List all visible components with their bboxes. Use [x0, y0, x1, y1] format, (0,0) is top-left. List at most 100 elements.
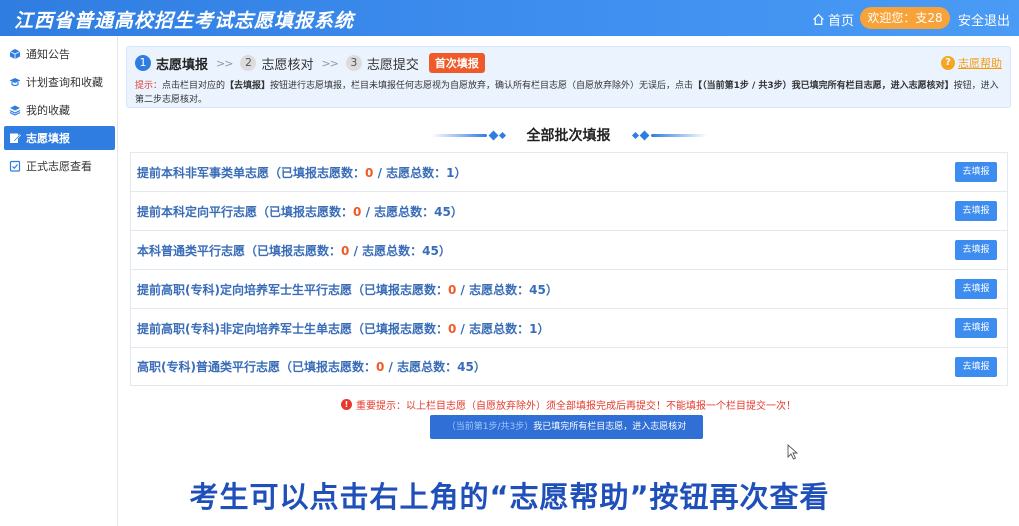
logout-link[interactable]: 安全退出: [958, 10, 1010, 29]
tip-prefix: 提示：: [135, 81, 163, 91]
batch-label: 高职(专科)普通类平行志愿（已填报志愿数：0 / 志愿总数：45）: [137, 358, 486, 375]
go-fill-button[interactable]: 去填报: [955, 357, 997, 377]
batch-count-mid: / 志愿总数：: [384, 360, 458, 374]
total-count: 45: [434, 204, 451, 219]
sidebar-item-fill-volunteer[interactable]: 志愿填报: [4, 126, 115, 150]
important-notice: ! 重要提示：以上栏目志愿（自愿放弃除外）须全部填报完成后再提交！不能填报一个栏…: [122, 397, 1015, 412]
sidebar-item-label: 志愿填报: [26, 132, 70, 145]
sidebar-item-notices[interactable]: 通知公告: [4, 42, 115, 66]
batch-count-prefix: （已填报志愿数：: [351, 321, 448, 336]
batch-count-suffix: ）: [537, 321, 550, 336]
top-header: 江西省普通高校招生考试志愿填报系统 首页 欢迎您：支28 安全退出: [0, 0, 1019, 36]
batch-count-prefix: （已填报志愿数：: [351, 282, 448, 297]
layers-icon: [9, 105, 21, 116]
help-label: 志愿帮助: [958, 57, 1002, 70]
batch-count-prefix: （已填报志愿数：: [269, 165, 366, 180]
list-item: 提前高职(专科)定向培养军士生平行志愿（已填报志愿数：0 / 志愿总数：45） …: [130, 269, 1008, 308]
step-label-check: 志愿核对: [261, 57, 314, 73]
sidebar-item-label: 通知公告: [26, 48, 70, 61]
batch-name: 提前高职(专科)定向培养军士生平行志愿: [137, 282, 352, 297]
batch-label: 提前本科定向平行志愿（已填报志愿数：0 / 志愿总数：45）: [137, 203, 463, 220]
video-caption: 考生可以点击右上角的“志愿帮助”按钮再次查看: [189, 480, 830, 514]
first-fill-badge: 首次填报: [428, 53, 485, 73]
welcome-badge: 欢迎您：支28: [860, 7, 950, 29]
question-icon: ?: [941, 56, 955, 70]
heading-decoration-right: [631, 130, 707, 140]
batch-name: 提前高职(专科)非定向培养军士生单志愿: [137, 321, 352, 336]
section-title: 全部批次填报: [526, 128, 611, 144]
batch-name: 高职(专科)普通类平行志愿: [137, 360, 280, 374]
cube-icon: [9, 49, 21, 59]
batch-count-prefix: （已填报志愿数：: [257, 204, 354, 219]
batch-list: 提前本科非军事类单志愿（已填报志愿数：0 / 志愿总数：1） 去填报 提前本科定…: [130, 152, 1008, 386]
sidebar-item-label: 我的收藏: [26, 104, 70, 117]
batch-count-mid: / 志愿总数：: [349, 243, 423, 258]
mouse-cursor-icon: [787, 444, 799, 460]
total-count: 45: [457, 360, 474, 374]
batch-count-prefix: （已填报志愿数：: [279, 360, 376, 374]
batch-count-suffix: ）: [438, 243, 451, 258]
tip-text: 提示：点击栏目对应的【去填报】按钮进行志愿填报，栏目未填报任何志愿视为自愿放弃，…: [135, 79, 1003, 107]
diamond-icon: [631, 131, 639, 139]
batch-name: 提前本科非军事类单志愿: [137, 165, 270, 180]
total-count: 45: [529, 282, 546, 297]
go-fill-button[interactable]: 去填报: [955, 201, 997, 221]
warning-icon: !: [341, 399, 352, 410]
sidebar: 通知公告 计划查询和收藏 我的收藏 志愿填报 正式志愿查看: [0, 36, 118, 526]
batch-count-suffix: ）: [450, 204, 463, 219]
batch-count-suffix: ）: [473, 360, 486, 374]
batch-count-prefix: （已填报志愿数：: [245, 243, 342, 258]
tip-part: 按钮进行志愿填报，栏目未填报任何志愿视为自愿放弃，确认所有栏目志愿（自愿放弃除外…: [270, 81, 694, 91]
go-fill-button[interactable]: 去填报: [955, 279, 997, 299]
sidebar-item-label: 正式志愿查看: [26, 160, 92, 173]
heading-decoration-left: [430, 130, 506, 140]
list-item: 提前本科定向平行志愿（已填报志愿数：0 / 志愿总数：45） 去填报: [130, 191, 1008, 230]
tip-bold: 【去填报】: [225, 81, 271, 91]
step-separator: >>: [321, 56, 338, 70]
sidebar-item-label: 计划查询和收藏: [26, 76, 103, 89]
go-fill-button[interactable]: 去填报: [955, 318, 997, 338]
total-count: 1: [446, 165, 455, 180]
batch-count-mid: / 志愿总数：: [373, 165, 447, 180]
go-fill-button[interactable]: 去填报: [955, 240, 997, 260]
main-content: 1 志愿填报 >> 2 志愿核对 >> 3 志愿提交 首次填报 ? 志愿帮助 提…: [122, 40, 1015, 526]
batch-count-mid: / 志愿总数：: [456, 282, 530, 297]
step-label-submit: 志愿提交: [366, 57, 419, 73]
help-link[interactable]: ? 志愿帮助: [941, 55, 1002, 71]
batch-label: 本科普通类平行志愿（已填报志愿数：0 / 志愿总数：45）: [137, 242, 451, 259]
app-root: 江西省普通高校招生考试志愿填报系统 首页 欢迎您：支28 安全退出 通知公告 计…: [0, 0, 1019, 526]
list-item: 提前高职(专科)非定向培养军士生单志愿（已填报志愿数：0 / 志愿总数：1） 去…: [130, 308, 1008, 347]
step-separator: >>: [216, 56, 233, 70]
list-item: 高职(专科)普通类平行志愿（已填报志愿数：0 / 志愿总数：45） 去填报: [130, 347, 1008, 386]
confirm-text: 我已填完所有栏目志愿，进入志愿核对: [533, 422, 687, 432]
step-number: 2: [240, 55, 257, 71]
batch-name: 提前本科定向平行志愿: [137, 204, 258, 219]
go-fill-button[interactable]: 去填报: [955, 162, 997, 182]
sidebar-item-official-view[interactable]: 正式志愿查看: [4, 154, 115, 178]
confirm-proceed-button[interactable]: （当前第1步/共3步）我已填完所有栏目志愿，进入志愿核对: [430, 415, 703, 439]
step-indicator: 1 志愿填报 >> 2 志愿核对 >> 3 志愿提交 首次填报: [135, 53, 485, 73]
list-item: 提前本科非军事类单志愿（已填报志愿数：0 / 志愿总数：1） 去填报: [130, 152, 1008, 191]
confirm-step-text: （当前第1步/共3步）: [446, 422, 534, 432]
batch-label: 提前高职(专科)定向培养军士生平行志愿（已填报志愿数：0 / 志愿总数：45）: [137, 281, 558, 298]
clipboard-check-icon: [9, 160, 21, 172]
batch-name: 本科普通类平行志愿: [137, 243, 246, 258]
home-label: 首页: [828, 14, 855, 29]
total-count: 45: [422, 243, 439, 258]
tip-part: 点击栏目对应的: [162, 81, 226, 91]
step-number: 3: [345, 55, 362, 71]
batch-count-suffix: ）: [545, 282, 558, 297]
graduation-cap-icon: [9, 78, 21, 87]
section-heading: 全部批次填报: [122, 124, 1015, 146]
step-label-fill: 志愿填报: [156, 57, 209, 73]
list-item: 本科普通类平行志愿（已填报志愿数：0 / 志愿总数：45） 去填报: [130, 230, 1008, 269]
batch-count-suffix: ）: [454, 165, 467, 180]
tip-bold: 【（当前第1步 / 共3步）我已填完所有栏目志愿，进入志愿核对】: [693, 81, 954, 91]
step-number: 1: [135, 55, 151, 71]
steps-panel: 1 志愿填报 >> 2 志愿核对 >> 3 志愿提交 首次填报 ? 志愿帮助 提…: [126, 46, 1011, 108]
sidebar-item-plan-query[interactable]: 计划查询和收藏: [4, 70, 115, 94]
home-link[interactable]: 首页: [812, 10, 854, 29]
sidebar-item-favorites[interactable]: 我的收藏: [4, 98, 115, 122]
home-icon: [813, 13, 824, 25]
batch-label: 提前高职(专科)非定向培养军士生单志愿（已填报志愿数：0 / 志愿总数：1）: [137, 320, 549, 337]
